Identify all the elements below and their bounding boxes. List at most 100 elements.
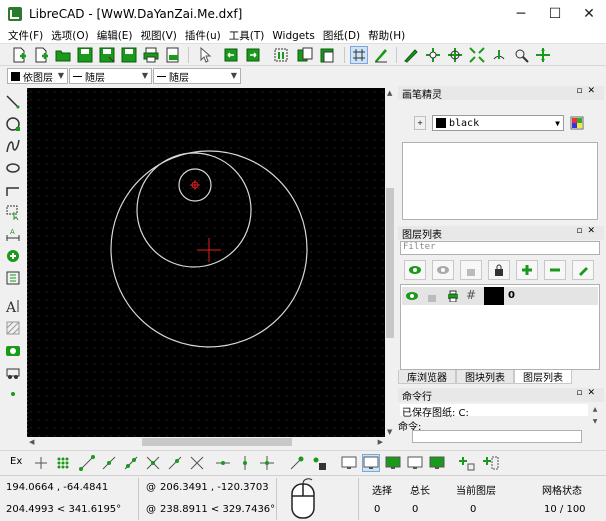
vertical-scrollbar[interactable]: ▲ ▼ bbox=[385, 88, 395, 437]
snap-distance-icon[interactable] bbox=[166, 454, 184, 472]
dimension-tool-icon[interactable]: A bbox=[3, 224, 23, 244]
snap-exclusive-label[interactable]: Ex bbox=[10, 456, 22, 467]
tab-layer-list[interactable]: 图层列表 bbox=[514, 370, 572, 384]
layer-visible-icon[interactable] bbox=[405, 291, 419, 301]
insert-block-icon[interactable] bbox=[482, 454, 500, 472]
menu-options[interactable]: 选项(O) bbox=[47, 28, 92, 43]
dock-buttons[interactable]: ▫✕ bbox=[576, 388, 600, 398]
add-block-icon[interactable] bbox=[458, 454, 476, 472]
view-green-monitor-alt-icon[interactable] bbox=[428, 454, 446, 472]
draft-mode-icon[interactable] bbox=[372, 46, 390, 64]
scroll-right-icon[interactable]: ▶ bbox=[378, 438, 383, 446]
zoom-auto-icon[interactable] bbox=[468, 46, 486, 64]
menu-edit[interactable]: 编辑(E) bbox=[93, 28, 137, 43]
command-scrollbar[interactable]: ▲ ▼ bbox=[589, 404, 601, 430]
snap-intersection-icon[interactable] bbox=[188, 454, 206, 472]
relative-zero-icon[interactable] bbox=[288, 454, 306, 472]
pen-list[interactable] bbox=[402, 142, 598, 220]
lock-relative-zero-icon[interactable] bbox=[310, 454, 328, 472]
circle-tool-icon[interactable] bbox=[3, 114, 23, 134]
scroll-left-icon[interactable]: ◀ bbox=[29, 438, 34, 446]
point-tool-icon[interactable] bbox=[3, 384, 23, 404]
layer-filter-input[interactable]: Filter bbox=[400, 241, 600, 255]
menu-view[interactable]: 视图(V) bbox=[137, 28, 181, 43]
layer-row[interactable]: # 0 bbox=[402, 287, 598, 305]
pen-color-combo[interactable]: black ▼ bbox=[432, 115, 564, 131]
select-tool-icon[interactable] bbox=[3, 202, 23, 222]
layer-construction-icon[interactable]: # bbox=[466, 288, 476, 302]
dock-buttons[interactable]: ▫✕ bbox=[576, 226, 600, 236]
view-green-monitor-icon[interactable] bbox=[384, 454, 402, 472]
save-icon[interactable] bbox=[76, 46, 94, 64]
polyline-tool-icon[interactable] bbox=[3, 180, 23, 200]
open-file-icon[interactable] bbox=[54, 46, 72, 64]
snap-free-icon[interactable] bbox=[32, 454, 50, 472]
horizontal-scroll-thumb[interactable] bbox=[142, 438, 292, 446]
menu-help[interactable]: 帮助(H) bbox=[364, 28, 409, 43]
snap-endpoint-icon[interactable] bbox=[78, 454, 96, 472]
tab-library-browser[interactable]: 库浏览器 bbox=[398, 370, 456, 384]
block-tool-icon[interactable] bbox=[3, 362, 23, 382]
edit-layer-icon[interactable] bbox=[572, 260, 594, 280]
line-type-combo[interactable]: 随层 ▼ bbox=[69, 68, 152, 84]
snap-on-entity-icon[interactable] bbox=[100, 454, 118, 472]
print-preview-icon[interactable] bbox=[164, 46, 182, 64]
image-tool-icon[interactable] bbox=[3, 340, 23, 360]
save-all-icon[interactable] bbox=[120, 46, 138, 64]
curve-tool-icon[interactable] bbox=[3, 136, 23, 156]
scroll-down-icon[interactable]: ▼ bbox=[387, 428, 392, 436]
drawing-canvas[interactable] bbox=[27, 88, 385, 437]
cut-icon[interactable] bbox=[272, 46, 290, 64]
color-palette-icon[interactable] bbox=[570, 116, 584, 130]
layer-lock-icon[interactable] bbox=[427, 290, 437, 302]
menu-file[interactable]: 文件(F) bbox=[4, 28, 47, 43]
menu-plugins[interactable]: 插件(u) bbox=[181, 28, 225, 43]
restrict-horizontal-icon[interactable] bbox=[214, 454, 232, 472]
horizontal-scrollbar[interactable]: ◀ ▶ bbox=[27, 437, 385, 447]
line-tool-icon[interactable] bbox=[3, 92, 23, 112]
undo-icon[interactable] bbox=[222, 46, 240, 64]
view-active-monitor-icon[interactable] bbox=[362, 454, 380, 472]
zoom-pan-icon[interactable] bbox=[534, 46, 552, 64]
menu-drawing[interactable]: 图纸(D) bbox=[319, 28, 364, 43]
lock-all-layers-icon[interactable] bbox=[488, 260, 510, 280]
add-layer-icon[interactable] bbox=[516, 260, 538, 280]
new-template-icon[interactable] bbox=[32, 46, 50, 64]
modify-tool-icon[interactable] bbox=[3, 246, 23, 266]
close-button[interactable]: ✕ bbox=[572, 0, 606, 28]
new-file-icon[interactable] bbox=[10, 46, 28, 64]
maximize-button[interactable]: ☐ bbox=[538, 0, 572, 28]
ellipse-tool-icon[interactable] bbox=[3, 158, 23, 178]
zoom-previous-icon[interactable] bbox=[490, 46, 508, 64]
minimize-button[interactable]: ─ bbox=[504, 0, 538, 28]
line-width-combo[interactable]: 随层 ▼ bbox=[153, 68, 241, 84]
measure-tool-icon[interactable] bbox=[3, 268, 23, 288]
zoom-in-icon[interactable] bbox=[424, 46, 442, 64]
copy-icon[interactable] bbox=[296, 46, 314, 64]
text-tool-icon[interactable]: A bbox=[3, 296, 23, 316]
save-as-icon[interactable] bbox=[98, 46, 116, 64]
scroll-up-icon[interactable]: ▲ bbox=[387, 89, 392, 97]
restrict-vertical-icon[interactable] bbox=[236, 454, 254, 472]
hatch-tool-icon[interactable] bbox=[3, 318, 23, 338]
view-monitor-icon[interactable] bbox=[340, 454, 358, 472]
zoom-out-icon[interactable] bbox=[446, 46, 464, 64]
layer-print-icon[interactable] bbox=[447, 290, 459, 302]
redraw-icon[interactable] bbox=[402, 46, 420, 64]
grid-toggle-icon[interactable] bbox=[350, 46, 368, 64]
zoom-window-icon[interactable] bbox=[512, 46, 530, 64]
dock-buttons[interactable]: ▫✕ bbox=[576, 86, 600, 96]
command-input[interactable] bbox=[412, 430, 582, 443]
menu-tools[interactable]: 工具(T) bbox=[225, 28, 269, 43]
snap-center-icon[interactable] bbox=[122, 454, 140, 472]
color-combo[interactable]: 依图层 ▼ bbox=[7, 68, 68, 84]
view-monitor-alt-icon[interactable] bbox=[406, 454, 424, 472]
unlock-all-layers-icon[interactable] bbox=[460, 260, 482, 280]
print-icon[interactable] bbox=[142, 46, 160, 64]
redo-icon[interactable] bbox=[244, 46, 262, 64]
snap-middle-icon[interactable] bbox=[144, 454, 162, 472]
paste-icon[interactable] bbox=[318, 46, 336, 64]
select-pointer-icon[interactable] bbox=[196, 46, 214, 64]
remove-layer-icon[interactable] bbox=[544, 260, 566, 280]
restrict-orthogonal-icon[interactable] bbox=[258, 454, 276, 472]
